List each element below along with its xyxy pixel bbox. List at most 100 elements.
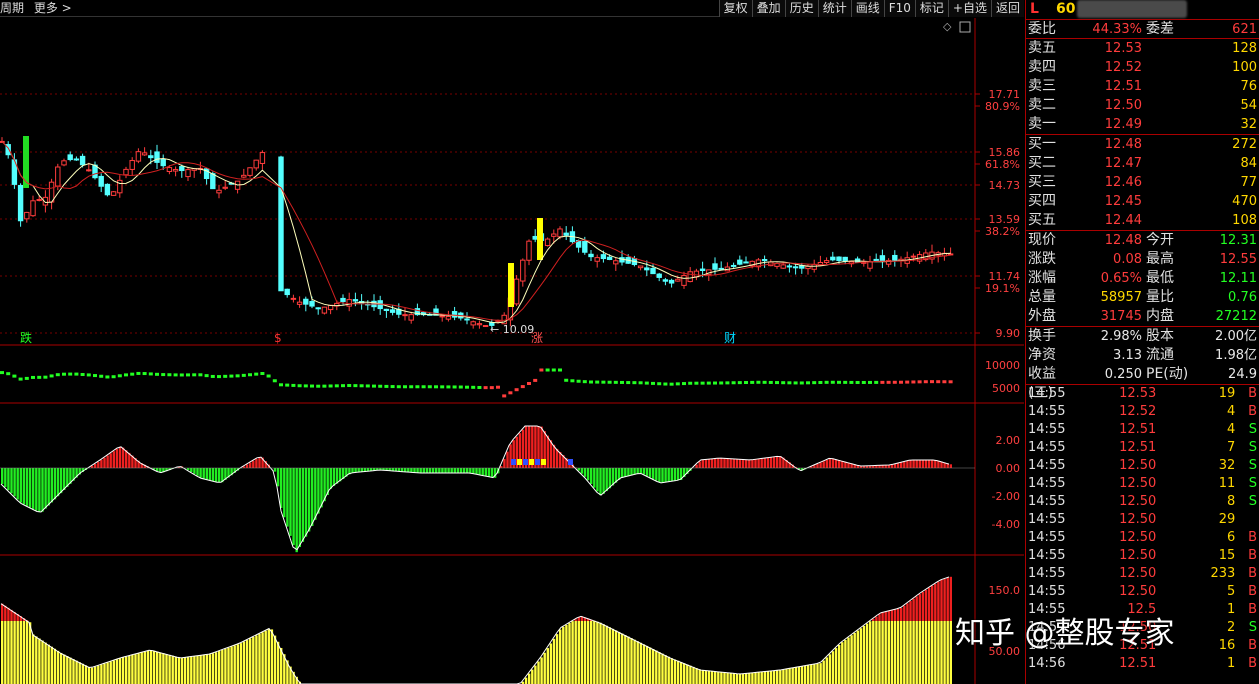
candle-body bbox=[743, 261, 749, 264]
macd-bar bbox=[404, 468, 407, 472]
more-menu[interactable]: 更多 > bbox=[34, 1, 72, 15]
vol-dot bbox=[694, 381, 699, 385]
vol-dot bbox=[719, 381, 724, 385]
ind-bar-yellow bbox=[869, 621, 872, 684]
kline-chart[interactable]: 跌 $ 涨财← 10.09◇17.7180.9%15.8661.8%14.7313.… bbox=[0, 18, 1024, 684]
toolbar-btn-8[interactable]: 返回 bbox=[990, 0, 1024, 17]
ind-bar-yellow bbox=[72, 659, 75, 684]
toolbar-btn-5[interactable]: F10 bbox=[883, 0, 915, 17]
vol-dot bbox=[248, 373, 252, 377]
macd-bar bbox=[1, 468, 4, 484]
vol-dot bbox=[787, 381, 792, 385]
vol-dot bbox=[359, 384, 364, 388]
vol-dot bbox=[533, 378, 538, 382]
macd-bar bbox=[115, 449, 119, 468]
vol-dot bbox=[465, 385, 469, 389]
bid-price: 12.48 bbox=[1104, 137, 1142, 152]
macd-bar bbox=[667, 468, 670, 482]
macd-bar bbox=[13, 468, 16, 497]
ind-bar-yellow bbox=[949, 621, 952, 684]
macd-bar bbox=[397, 468, 401, 472]
tick-time: 14:55 bbox=[1028, 512, 1066, 527]
vol-dot bbox=[558, 368, 562, 372]
period-label[interactable]: 周期 bbox=[0, 1, 24, 15]
kline-chart-area[interactable]: 跌 $ 涨财 ← 10.09 ◇ 17.71 80.9% 15.86 61.8% 14.73 13.… bbox=[0, 18, 1024, 684]
macd-bar bbox=[813, 465, 816, 468]
vol-dot bbox=[130, 372, 135, 376]
macd-bar bbox=[549, 440, 553, 468]
signal-box bbox=[541, 459, 546, 465]
vol-dot bbox=[272, 379, 277, 383]
ind-bar-yellow bbox=[568, 623, 571, 684]
macd-bar bbox=[720, 458, 723, 468]
toolbar-btn-7[interactable]: +自选 bbox=[947, 0, 991, 17]
toolbar-btn-4[interactable]: 画线 bbox=[850, 0, 884, 17]
ask-row: 卖一 12.49 32 bbox=[1026, 115, 1259, 134]
toolbar-btn-3[interactable]: 统计 bbox=[817, 0, 851, 17]
ind-bar-yellow bbox=[779, 670, 782, 684]
ind-bar-yellow bbox=[121, 657, 125, 684]
macd-bar bbox=[66, 468, 69, 487]
macd-bar bbox=[552, 444, 556, 468]
vol-dot bbox=[99, 374, 104, 378]
macd-bar bbox=[909, 460, 912, 468]
toolbar-btn-2[interactable]: 历史 bbox=[784, 0, 818, 17]
tick-price: 12.50 bbox=[1119, 458, 1157, 473]
macd-axis-label: 0.00 bbox=[996, 462, 1021, 475]
ind-bar-yellow bbox=[605, 625, 608, 684]
macd-bar bbox=[726, 458, 729, 468]
tick-flag bbox=[1235, 511, 1257, 529]
macd-bar bbox=[645, 468, 649, 476]
macd-bar bbox=[252, 460, 255, 468]
ind-bar-yellow bbox=[103, 663, 106, 684]
ind-line bbox=[0, 576, 950, 684]
macd-bar bbox=[314, 468, 317, 520]
ind-bar-yellow bbox=[211, 653, 215, 684]
macd-bar bbox=[608, 468, 611, 489]
vol-dot bbox=[843, 380, 848, 384]
macd-bar bbox=[469, 468, 472, 473]
macd-bar bbox=[580, 468, 584, 474]
ind-bar-yellow bbox=[13, 621, 16, 684]
vol-dot bbox=[192, 373, 197, 377]
candle-body bbox=[836, 256, 842, 261]
candle-body bbox=[129, 160, 135, 170]
macd-line bbox=[0, 425, 950, 551]
quote-label: 涨幅 bbox=[1028, 270, 1056, 286]
ind-bar-yellow bbox=[109, 661, 112, 684]
candle-body bbox=[644, 267, 650, 271]
vol-dot bbox=[241, 373, 246, 377]
ask-price: 12.50 bbox=[1104, 98, 1142, 113]
chart-toolbar: 复权 叠加 历史 统计 画线 F10 标记 +自选 返回 bbox=[718, 0, 1024, 17]
ind-bar-yellow bbox=[168, 654, 171, 684]
fund-label-2: 股本 bbox=[1146, 328, 1174, 344]
bid-row: 买五 12.44 108 bbox=[1026, 211, 1259, 230]
macd-bar bbox=[475, 468, 478, 475]
macd-bar bbox=[214, 468, 218, 482]
vol-dot bbox=[80, 373, 85, 377]
tick-flag: B bbox=[1248, 404, 1258, 419]
vol-dot bbox=[74, 372, 79, 376]
vol-dot bbox=[316, 384, 321, 388]
vol-dot bbox=[781, 381, 786, 385]
toolbar-btn-0[interactable]: 复权 bbox=[718, 0, 752, 17]
candle-body bbox=[135, 151, 142, 162]
ask-label: 卖二 bbox=[1028, 97, 1056, 113]
macd-bar bbox=[652, 468, 655, 479]
macd-bar bbox=[748, 459, 751, 468]
toolbar-btn-1[interactable]: 叠加 bbox=[751, 0, 785, 17]
vol-dot bbox=[644, 381, 649, 385]
macd-bar bbox=[602, 468, 605, 494]
ind-bar-yellow bbox=[270, 629, 274, 684]
tick-price: 12.50 bbox=[1119, 512, 1157, 527]
ind-bar-yellow bbox=[825, 657, 828, 684]
ind-bar-yellow bbox=[258, 633, 261, 684]
bid-row: 买二 12.47 84 bbox=[1026, 154, 1259, 173]
candle-body bbox=[588, 253, 594, 258]
quote-label-2: 今开 bbox=[1146, 232, 1174, 248]
vol-dot bbox=[657, 382, 662, 386]
toolbar-btn-6[interactable]: 标记 bbox=[914, 0, 948, 17]
macd-bar bbox=[301, 468, 305, 542]
candle-body bbox=[681, 274, 687, 286]
ind-bar-yellow bbox=[221, 649, 224, 684]
